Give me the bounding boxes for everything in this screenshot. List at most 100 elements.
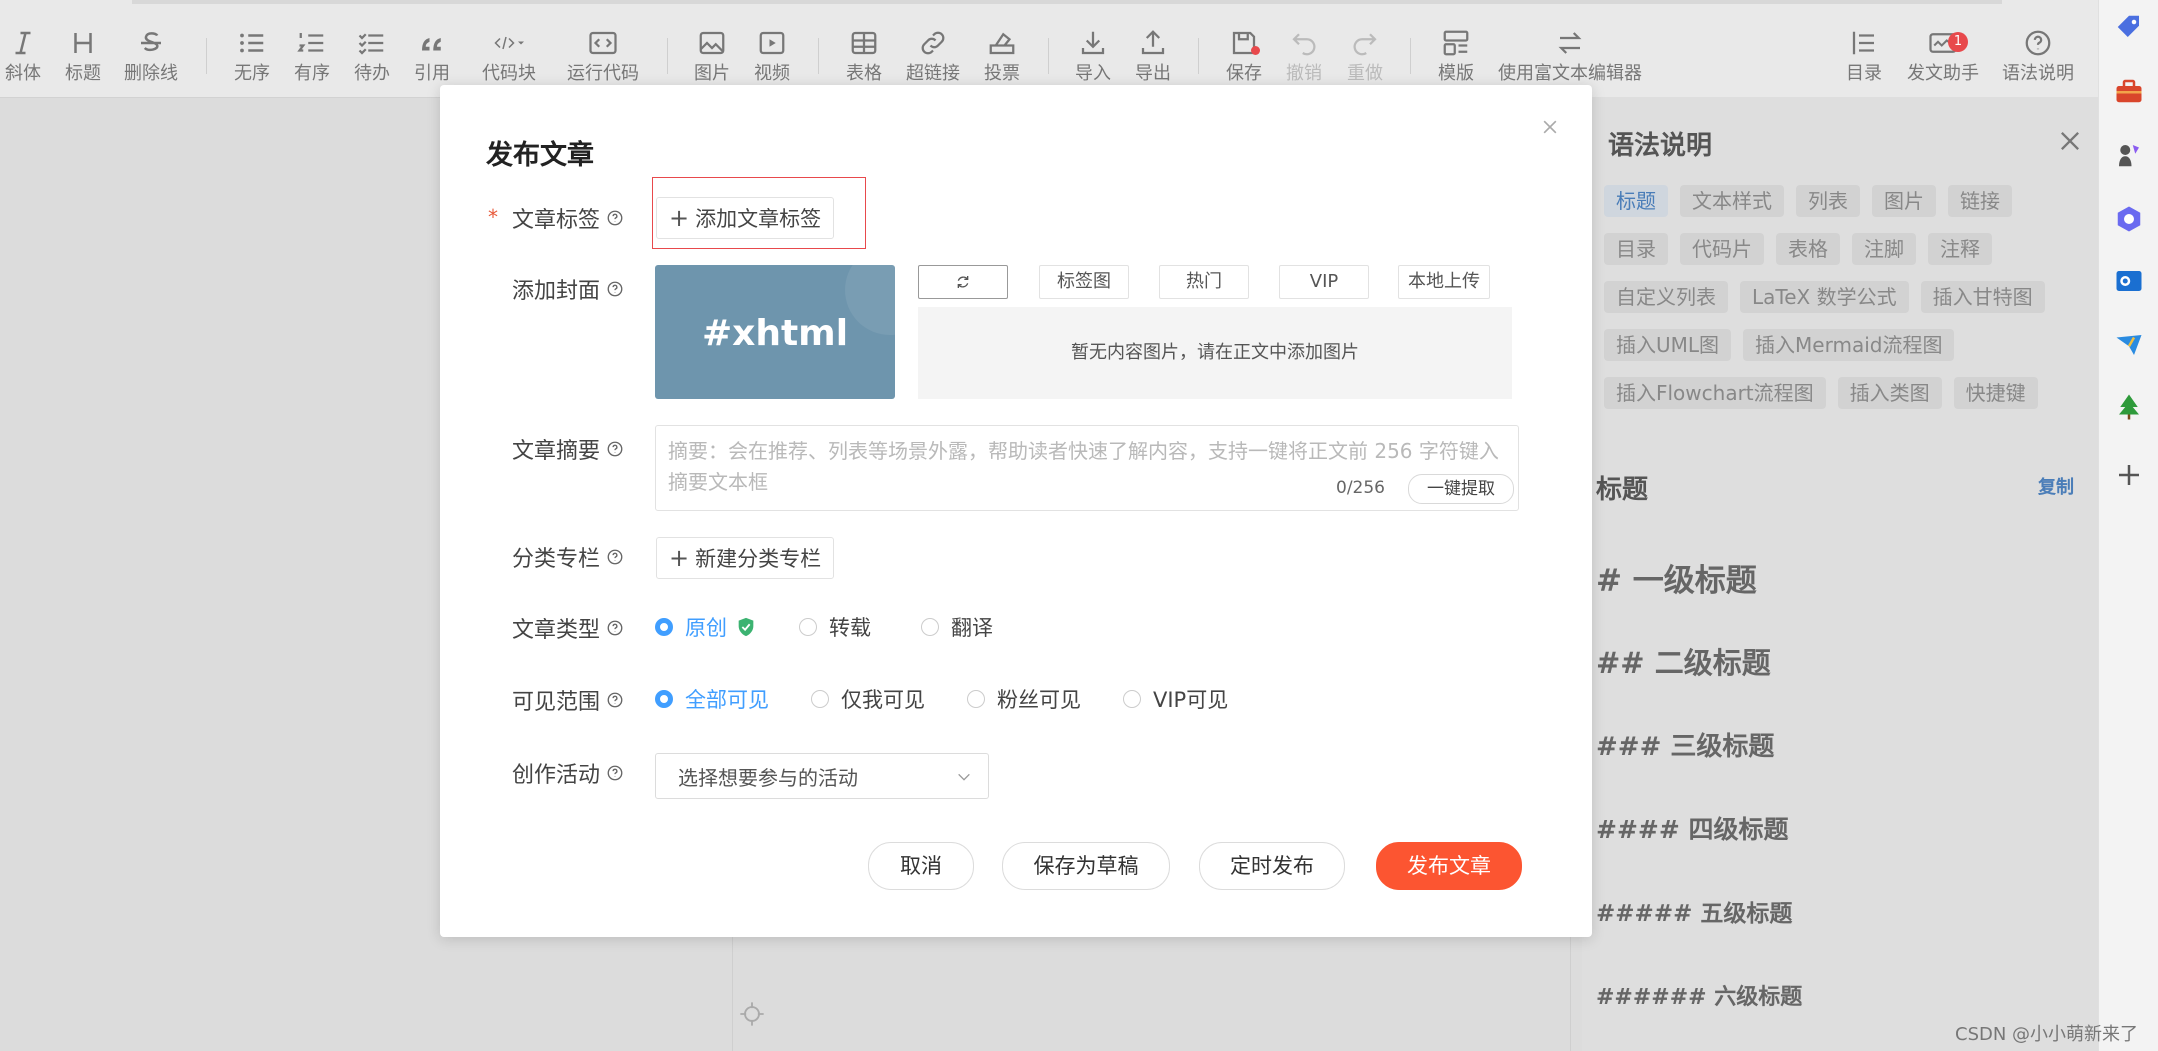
crosshair-icon[interactable] [738, 1000, 766, 1028]
save-draft-button[interactable]: 保存为草稿 [1002, 842, 1170, 890]
add-tag-button[interactable]: + 添加文章标签 [656, 197, 835, 239]
plus-icon: + [669, 544, 690, 572]
toolbar-toc-button[interactable]: 目录 [1824, 24, 1904, 86]
toolbar-video-button[interactable]: 视频 [732, 24, 812, 86]
syntax-chip[interactable]: 插入甘特图 [1920, 281, 2045, 313]
toolbar-separator [1048, 38, 1049, 74]
toolbar-separator [206, 38, 207, 74]
syntax-chip[interactable]: 插入UML图 [1604, 329, 1732, 361]
syntax-chip[interactable]: 快捷键 [1953, 377, 2038, 409]
syntax-chip[interactable]: 代码片 [1680, 233, 1764, 265]
extract-summary-button[interactable]: 一键提取 [1408, 474, 1514, 504]
help-icon[interactable] [606, 764, 624, 782]
toolbar-assistant-button[interactable]: 1 发文助手 [1898, 24, 1988, 86]
radio-original[interactable]: 原创 [655, 612, 757, 642]
watermark: CSDN @小小萌新来了 [1955, 1024, 2139, 1045]
publish-article-button[interactable]: 发布文章 [1376, 842, 1522, 890]
radio-fans-only[interactable]: 粉丝可见 [967, 684, 1081, 714]
tag-icon[interactable] [2114, 12, 2144, 42]
cover-image[interactable]: #xhtml [655, 265, 895, 399]
syntax-chip[interactable]: 插入类图 [1837, 377, 1942, 409]
verified-shield-icon [738, 617, 754, 637]
new-column-button[interactable]: + 新建分类专栏 [656, 537, 835, 579]
publish-article-dialog: 发布文章 * 文章标签 + 添加文章标签 添加封面 #xhtml 标签图 热门 V… [440, 85, 1592, 937]
toolbar-quote-button[interactable]: 引用 [392, 24, 472, 86]
toolbar-link-button[interactable]: 超链接 [893, 24, 973, 86]
syntax-chip[interactable]: 目录 [1604, 233, 1668, 265]
heading-example: ### 三级标题 [1596, 732, 1775, 762]
cover-option-tag-image[interactable]: 标签图 [1039, 265, 1129, 299]
dialog-title: 发布文章 [486, 140, 594, 171]
send-icon[interactable] [2114, 330, 2144, 360]
radio-vip-only[interactable]: VIP可见 [1123, 684, 1228, 714]
summary-textarea[interactable]: 摘要：会在推荐、列表等场景外露，帮助读者快速了解内容，支持一键将正文前 256 … [655, 425, 1519, 511]
table-icon [824, 24, 904, 62]
radio-private[interactable]: 仅我可见 [811, 684, 925, 714]
syntax-chip[interactable]: 注脚 [1852, 233, 1916, 265]
syntax-chip[interactable]: 链接 [1948, 185, 2012, 217]
cover-option-hot[interactable]: 热门 [1159, 265, 1249, 299]
syntax-chip[interactable]: 标题 [1604, 185, 1668, 217]
copilot-icon[interactable] [2114, 204, 2144, 234]
help-icon[interactable] [606, 209, 624, 227]
toolbar-code-block-button[interactable]: 代码块 [469, 24, 549, 86]
radio-public[interactable]: 全部可见 [655, 684, 769, 714]
chess-icon[interactable] [2114, 140, 2144, 170]
add-icon[interactable] [2114, 460, 2144, 490]
strikethrough-icon [111, 24, 191, 62]
radio-translation[interactable]: 翻译 [921, 612, 993, 642]
heading-example: ## 二级标题 [1596, 646, 1771, 680]
schedule-publish-button[interactable]: 定时发布 [1199, 842, 1345, 890]
close-icon[interactable] [1540, 117, 1560, 137]
toolbar-strikethrough-button[interactable]: 删除线 [111, 24, 191, 86]
article-type-radio-group: 原创 转载 翻译 [655, 612, 1035, 642]
cover-option-local-upload[interactable]: 本地上传 [1398, 265, 1490, 299]
toolbar-syntax-help-button[interactable]: 语法说明 [1993, 24, 2083, 86]
toolbox-icon[interactable] [2114, 76, 2144, 106]
toolbar-run-code-button[interactable]: 运行代码 [563, 24, 643, 86]
visibility-label: 可见范围 [512, 684, 624, 716]
help-icon [1993, 24, 2083, 62]
syntax-chip[interactable]: 注释 [1928, 233, 1992, 265]
syntax-chip[interactable]: 自定义列表 [1604, 281, 1728, 313]
syntax-chip[interactable]: 表格 [1776, 233, 1840, 265]
toolbar-separator [818, 38, 819, 74]
syntax-chip[interactable]: 列表 [1796, 185, 1860, 217]
switch-editor-icon [1496, 24, 1644, 62]
syntax-chip[interactable]: LaTeX 数学公式 [1740, 281, 1909, 313]
cancel-button[interactable]: 取消 [868, 842, 974, 890]
link-icon [893, 24, 973, 62]
help-icon[interactable] [606, 619, 624, 637]
activity-label: 创作活动 [512, 757, 624, 789]
redo-icon [1325, 24, 1405, 62]
radio-repost[interactable]: 转载 [799, 612, 871, 642]
cover-option-vip[interactable]: VIP [1279, 265, 1369, 299]
copy-button[interactable]: 复制 [2038, 473, 2074, 499]
help-icon[interactable] [606, 548, 624, 566]
toolbar-vote-button[interactable]: 投票 [962, 24, 1042, 86]
tree-icon[interactable] [2114, 392, 2144, 422]
help-icon[interactable] [606, 440, 624, 458]
help-icon[interactable] [606, 691, 624, 709]
toolbar-rich-editor-button[interactable]: 使用富文本编辑器 [1496, 24, 1644, 86]
activity-select[interactable]: 选择想要参与的活动 [655, 753, 989, 799]
assistant-badge: 1 [1948, 32, 1968, 52]
syntax-panel-title: 语法说明 [1608, 131, 1713, 161]
refresh-cover-button[interactable] [918, 265, 1008, 299]
syntax-chip[interactable]: 插入Flowchart流程图 [1604, 377, 1826, 409]
toolbar-separator [1410, 38, 1411, 74]
syntax-chip[interactable]: 文本样式 [1680, 185, 1784, 217]
heading-example: # 一级标题 [1596, 563, 1757, 599]
help-icon[interactable] [606, 280, 624, 298]
syntax-chip[interactable]: 图片 [1872, 185, 1936, 217]
toolbar-export-button[interactable]: 导出 [1113, 24, 1193, 86]
close-icon[interactable] [2056, 127, 2084, 155]
unsaved-dot [1251, 46, 1260, 55]
refresh-icon [957, 276, 969, 288]
toolbar-template-button[interactable]: 模版 [1416, 24, 1496, 86]
toolbar-table-button[interactable]: 表格 [824, 24, 904, 86]
outlook-icon[interactable] [2114, 266, 2144, 296]
syntax-chip[interactable]: 插入Mermaid流程图 [1743, 329, 1955, 361]
toolbar-redo-button[interactable]: 重做 [1325, 24, 1405, 86]
syntax-chip-list: 标题 文本样式 列表 图片 链接目录 代码片 表格 注脚 注释自定义列表 LaTeX 数学公式 插入… [1604, 185, 2084, 425]
